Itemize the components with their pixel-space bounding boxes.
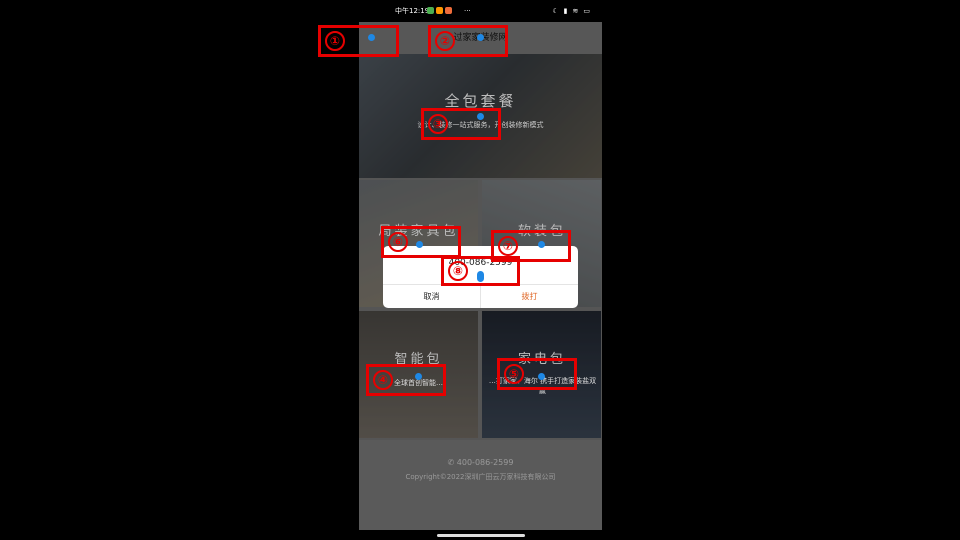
tap-point-5 — [538, 373, 545, 380]
annotation-label-4: ④ — [373, 370, 393, 390]
footer-copyright: Copyright©2022深圳广田云万家科技有限公司 — [405, 473, 556, 481]
annotation-label-2: ② — [435, 31, 455, 51]
moon-icon: ☾ — [552, 7, 559, 15]
annotation-label-5: ⑤ — [504, 364, 524, 384]
phone-icon: ✆ — [447, 458, 457, 467]
annotation-label-8: ⑧ — [448, 261, 468, 281]
tap-point-8 — [477, 271, 484, 282]
status-right-icons: ☾ ▮ ≋ ▭ — [552, 0, 590, 22]
wifi-icon: ≋ — [572, 7, 579, 15]
annotation-label-3: ③ — [428, 114, 448, 134]
footer: ✆ 400-086-2599 Copyright©2022深圳广田云万家科技有限… — [359, 440, 602, 530]
tap-point-3 — [477, 113, 484, 120]
annotation-label-1: ① — [325, 31, 345, 51]
tap-point-7 — [538, 241, 545, 248]
tap-point-4 — [415, 373, 422, 380]
tap-point-1 — [368, 34, 375, 41]
tap-point-2 — [477, 34, 484, 41]
status-bar: 中午12:19 ··· ☾ ▮ ≋ ▭ — [359, 0, 602, 22]
cancel-button[interactable]: 取消 — [383, 285, 481, 308]
status-more-dots: ··· — [464, 7, 471, 15]
footer-phone-number: 400-086-2599 — [456, 458, 514, 467]
tap-point-6 — [416, 241, 423, 248]
dialog-buttons: 取消 拨打 — [383, 284, 578, 308]
status-time: 中午12:19 — [395, 7, 430, 15]
signal-icon: ▮ — [563, 7, 568, 15]
annotation-label-7: ⑦ — [498, 236, 518, 256]
home-indicator-bar — [359, 530, 602, 540]
battery-icon: ▭ — [583, 7, 590, 15]
home-indicator[interactable] — [437, 534, 525, 537]
footer-phone[interactable]: ✆ 400-086-2599 — [359, 458, 602, 467]
call-button[interactable]: 拨打 — [481, 285, 578, 308]
annotation-label-6: ⑥ — [388, 232, 408, 252]
status-app-icons — [427, 7, 452, 14]
